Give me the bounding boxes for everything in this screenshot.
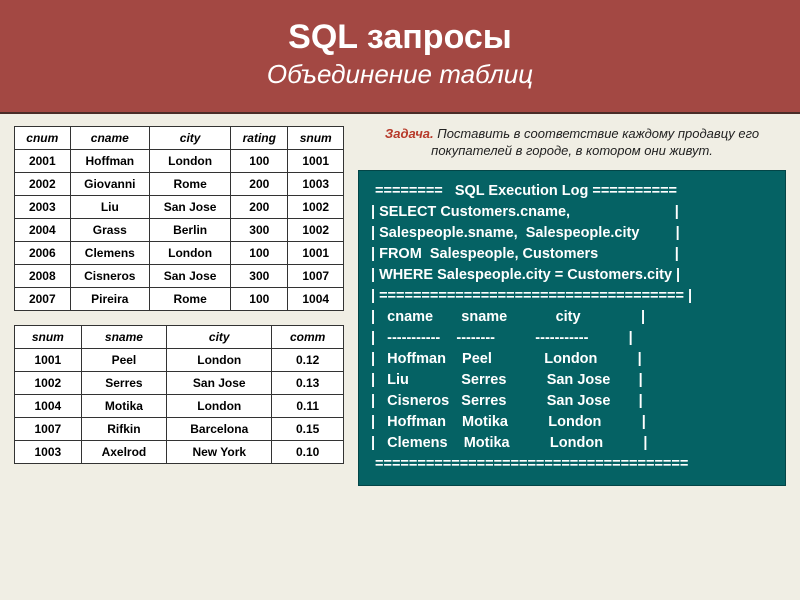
table-cell: London [167, 395, 272, 418]
table-cell: 1002 [288, 219, 344, 242]
table-cell: Giovanni [70, 173, 149, 196]
slide-title: SQL запросы [10, 18, 790, 57]
table-cell: New York [167, 441, 272, 464]
table-row: 1003AxelrodNew York0.10 [15, 441, 344, 464]
table-cell: Serres [81, 372, 166, 395]
table-cell: 1007 [288, 265, 344, 288]
table-cell: 1007 [15, 418, 82, 441]
table-cell: Rome [150, 288, 231, 311]
table-cell: Motika [81, 395, 166, 418]
slide-subtitle: Объединение таблиц [10, 59, 790, 90]
table-cell: San Jose [150, 196, 231, 219]
table-cell: 2003 [15, 196, 71, 219]
table-cell: London [167, 349, 272, 372]
table-cell: Pireira [70, 288, 149, 311]
table-header: snum [288, 127, 344, 150]
table-header: snum [15, 326, 82, 349]
salespeople-body: 1001PeelLondon0.121002SerresSan Jose0.13… [15, 349, 344, 464]
table-cell: 100 [231, 288, 288, 311]
table-cell: 2004 [15, 219, 71, 242]
table-cell: 300 [231, 265, 288, 288]
table-cell: 1003 [15, 441, 82, 464]
table-cell: 1001 [288, 242, 344, 265]
table-cell: Cisneros [70, 265, 149, 288]
table-cell: 2002 [15, 173, 71, 196]
table-cell: 1004 [288, 288, 344, 311]
table-cell: Peel [81, 349, 166, 372]
table-cell: Rome [150, 173, 231, 196]
table-header: cnum [15, 127, 71, 150]
task-text: Задача. Поставить в соответствие каждому… [358, 126, 786, 160]
table-row: 2008CisnerosSan Jose3001007 [15, 265, 344, 288]
table-cell: 0.13 [272, 372, 344, 395]
sql-execution-log: ======== SQL Execution Log ========== | … [358, 170, 786, 486]
table-row: 2002GiovanniRome2001003 [15, 173, 344, 196]
table-cell: 0.12 [272, 349, 344, 372]
table-cell: 300 [231, 219, 288, 242]
table-cell: 200 [231, 196, 288, 219]
table-cell: 2007 [15, 288, 71, 311]
table-cell: Barcelona [167, 418, 272, 441]
table-cell: San Jose [167, 372, 272, 395]
table-cell: 100 [231, 150, 288, 173]
table-cell: Rifkin [81, 418, 166, 441]
table-cell: 0.10 [272, 441, 344, 464]
table-cell: Axelrod [81, 441, 166, 464]
salespeople-table: snumsnamecitycomm 1001PeelLondon0.121002… [14, 325, 344, 464]
table-cell: 1002 [15, 372, 82, 395]
table-row: 2004GrassBerlin3001002 [15, 219, 344, 242]
table-header: comm [272, 326, 344, 349]
table-header: rating [231, 127, 288, 150]
task-label: Задача. [385, 126, 434, 141]
table-row: 2007PireiraRome1001004 [15, 288, 344, 311]
table-row: 2003LiuSan Jose2001002 [15, 196, 344, 219]
table-cell: Berlin [150, 219, 231, 242]
table-cell: Liu [70, 196, 149, 219]
table-cell: Grass [70, 219, 149, 242]
table-row: 1001PeelLondon0.12 [15, 349, 344, 372]
salespeople-header-row: snumsnamecitycomm [15, 326, 344, 349]
table-cell: 1001 [288, 150, 344, 173]
table-row: 2001HoffmanLondon1001001 [15, 150, 344, 173]
table-header: cname [70, 127, 149, 150]
table-row: 1004MotikaLondon0.11 [15, 395, 344, 418]
table-cell: 1004 [15, 395, 82, 418]
table-cell: London [150, 150, 231, 173]
table-cell: 0.11 [272, 395, 344, 418]
table-row: 1007RifkinBarcelona0.15 [15, 418, 344, 441]
customers-body: 2001HoffmanLondon10010012002GiovanniRome… [15, 150, 344, 311]
table-cell: 1001 [15, 349, 82, 372]
task-body: Поставить в соответствие каждому продавц… [431, 126, 759, 158]
table-header: city [167, 326, 272, 349]
table-cell: 1002 [288, 196, 344, 219]
table-cell: London [150, 242, 231, 265]
table-header: sname [81, 326, 166, 349]
table-cell: 2006 [15, 242, 71, 265]
table-cell: 2008 [15, 265, 71, 288]
table-header: city [150, 127, 231, 150]
left-column: cnumcnamecityratingsnum 2001HoffmanLondo… [14, 126, 344, 486]
table-cell: Clemens [70, 242, 149, 265]
table-cell: Hoffman [70, 150, 149, 173]
customers-table: cnumcnamecityratingsnum 2001HoffmanLondo… [14, 126, 344, 311]
table-cell: 200 [231, 173, 288, 196]
table-cell: 0.15 [272, 418, 344, 441]
table-row: 2006ClemensLondon1001001 [15, 242, 344, 265]
customers-header-row: cnumcnamecityratingsnum [15, 127, 344, 150]
table-cell: 1003 [288, 173, 344, 196]
slide-header: SQL запросы Объединение таблиц [0, 0, 800, 114]
table-cell: 2001 [15, 150, 71, 173]
right-column: Задача. Поставить в соответствие каждому… [358, 126, 786, 486]
table-cell: 100 [231, 242, 288, 265]
slide-content: cnumcnamecityratingsnum 2001HoffmanLondo… [0, 114, 800, 498]
table-row: 1002SerresSan Jose0.13 [15, 372, 344, 395]
table-cell: San Jose [150, 265, 231, 288]
